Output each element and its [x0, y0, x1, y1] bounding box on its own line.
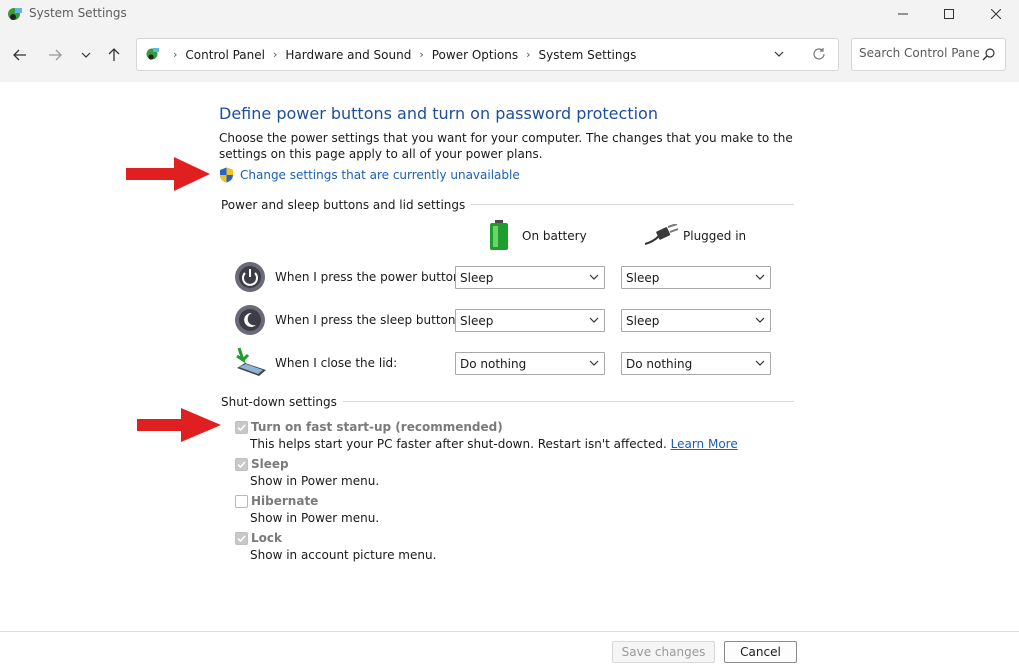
up-button[interactable] — [103, 44, 125, 66]
power-button-battery-select[interactable]: Sleep — [455, 266, 605, 289]
control-panel-icon — [146, 48, 159, 60]
window-title: System Settings — [29, 6, 127, 20]
checkmark-icon — [237, 461, 246, 469]
sleep-button-icon — [235, 305, 265, 335]
hibernate-description: Show in Power menu. — [250, 511, 380, 525]
sleep-label: Sleep — [251, 457, 289, 471]
learn-more-link[interactable]: Learn More — [671, 437, 738, 451]
fast-startup-checkbox[interactable] — [235, 421, 248, 434]
close-lid-label: When I close the lid: — [275, 356, 398, 370]
breadcrumb-item[interactable]: System Settings — [539, 48, 637, 62]
breadcrumb-item[interactable]: Control Panel — [185, 48, 265, 62]
address-bar[interactable]: › Control Panel › Hardware and Sound › P… — [136, 38, 839, 71]
sleep-button-plugged-select[interactable]: Sleep — [621, 309, 771, 332]
power-section-title: Power and sleep buttons and lid settings — [221, 198, 472, 212]
lock-description: Show in account picture menu. — [250, 548, 437, 562]
page-description: Choose the power settings that you want … — [219, 131, 793, 161]
chevron-down-icon — [755, 274, 765, 280]
fast-startup-description-text: This helps start your PC faster after sh… — [250, 437, 667, 451]
sleep-button-label: When I press the sleep button: — [275, 313, 460, 327]
back-button[interactable] — [9, 44, 31, 66]
breadcrumb-item[interactable]: Power Options — [432, 48, 518, 62]
checkmark-icon — [237, 535, 246, 543]
change-settings-link[interactable]: Change settings that are currently unava… — [240, 168, 520, 182]
control-panel-icon — [8, 8, 22, 20]
address-dropdown-icon[interactable] — [774, 47, 784, 61]
maximize-button[interactable] — [926, 0, 972, 28]
checkmark-icon — [237, 424, 246, 432]
section-divider — [440, 204, 794, 205]
save-changes-button[interactable]: Save changes — [612, 641, 715, 663]
chevron-down-icon — [589, 360, 599, 366]
select-value: Sleep — [626, 271, 660, 285]
chevron-down-icon — [589, 317, 599, 323]
breadcrumb-separator-icon[interactable]: › — [419, 48, 423, 61]
close-lid-plugged-select[interactable]: Do nothing — [621, 352, 771, 375]
select-value: Sleep — [626, 314, 660, 328]
breadcrumb-separator-icon: › — [173, 48, 178, 61]
cancel-button[interactable]: Cancel — [724, 641, 797, 663]
fast-startup-label: Turn on fast start-up (recommended) — [251, 420, 503, 434]
search-icon[interactable] — [982, 47, 996, 61]
power-button-label: When I press the power button: — [275, 270, 465, 284]
power-button-icon — [235, 262, 265, 292]
lock-label: Lock — [251, 531, 282, 545]
select-value: Do nothing — [460, 357, 527, 371]
forward-button[interactable] — [44, 44, 66, 66]
power-plug-icon — [644, 224, 679, 245]
laptop-lid-icon — [236, 347, 266, 376]
uac-shield-icon — [220, 167, 233, 183]
close-button[interactable] — [973, 0, 1019, 28]
hibernate-label: Hibernate — [251, 494, 319, 508]
annotation-arrow-icon — [126, 157, 210, 191]
chevron-down-icon — [81, 52, 91, 58]
breadcrumb: › Control Panel › Hardware and Sound › P… — [165, 39, 636, 70]
page-title: Define power buttons and turn on passwor… — [219, 104, 658, 123]
title-bar: System Settings — [0, 0, 1019, 28]
search-input[interactable] — [859, 46, 979, 60]
close-lid-battery-select[interactable]: Do nothing — [455, 352, 605, 375]
sleep-button-battery-select[interactable]: Sleep — [455, 309, 605, 332]
power-button-plugged-select[interactable]: Sleep — [621, 266, 771, 289]
fast-startup-description: This helps start your PC faster after sh… — [250, 437, 738, 451]
select-value: Sleep — [460, 271, 494, 285]
select-value: Sleep — [460, 314, 494, 328]
arrow-left-icon — [13, 49, 26, 61]
arrow-right-icon — [49, 49, 62, 61]
breadcrumb-item[interactable]: Hardware and Sound — [285, 48, 411, 62]
search-box[interactable] — [851, 38, 1006, 71]
refresh-icon[interactable] — [811, 46, 827, 62]
footer-divider — [0, 631, 1019, 632]
select-value: Do nothing — [626, 357, 693, 371]
recent-locations-button[interactable] — [75, 44, 97, 66]
arrow-up-icon — [108, 48, 120, 61]
navigation-bar: › Control Panel › Hardware and Sound › P… — [0, 28, 1019, 82]
breadcrumb-separator-icon[interactable]: › — [526, 48, 530, 61]
shutdown-section-title: Shut-down settings — [221, 395, 343, 409]
maximize-icon — [944, 9, 954, 19]
minimize-icon — [898, 13, 908, 15]
close-icon — [991, 9, 1001, 19]
hibernate-checkbox[interactable] — [235, 495, 248, 508]
chevron-down-icon — [589, 274, 599, 280]
lock-checkbox[interactable] — [235, 532, 248, 545]
sleep-checkbox[interactable] — [235, 458, 248, 471]
plugged-in-header: Plugged in — [683, 229, 747, 243]
chevron-down-icon — [755, 317, 765, 323]
battery-icon — [490, 220, 508, 250]
annotation-arrow-icon — [137, 408, 221, 442]
chevron-down-icon — [755, 360, 765, 366]
on-battery-header: On battery — [522, 229, 587, 243]
minimize-button[interactable] — [880, 0, 926, 28]
section-divider — [330, 401, 794, 402]
breadcrumb-separator-icon[interactable]: › — [273, 48, 277, 61]
sleep-description: Show in Power menu. — [250, 474, 380, 488]
